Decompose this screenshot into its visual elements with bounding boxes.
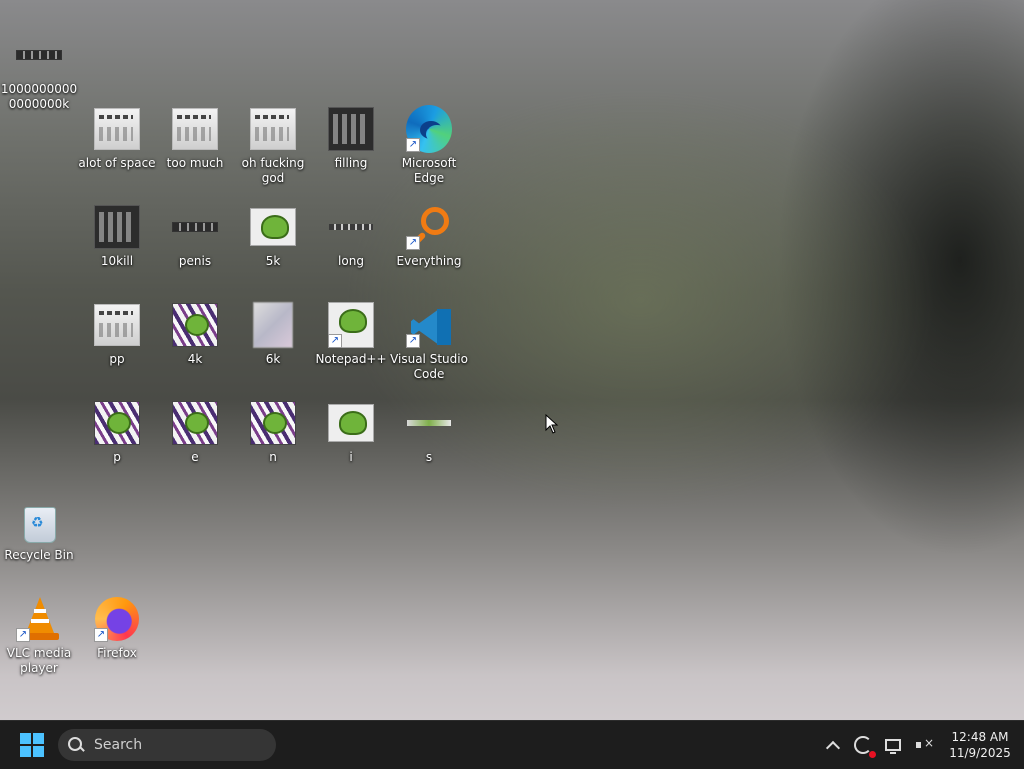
desktop-icon-filling[interactable]: filling <box>312 104 390 196</box>
sync-icon <box>854 736 876 758</box>
icon-label: i <box>349 450 353 464</box>
desktop: 10000000000000000k alot of space too muc… <box>0 0 1024 720</box>
icon-label: filling <box>334 156 368 170</box>
icon-label: n <box>269 450 277 464</box>
image-thumbnail-icon <box>328 204 374 250</box>
icon-label: pp <box>109 352 125 366</box>
desktop-icon-long[interactable]: long <box>312 202 390 294</box>
desktop-icon-microsoft-edge[interactable]: ↗ Microsoft Edge <box>390 104 468 196</box>
firefox-icon: ↗ <box>94 596 140 642</box>
icon-label: s <box>425 450 433 464</box>
shortcut-arrow-icon: ↗ <box>406 236 420 250</box>
icon-label: 10000000000000000k <box>0 82 78 111</box>
shortcut-arrow-icon: ↗ <box>94 628 108 642</box>
clock-date: 11/9/2025 <box>949 746 1011 760</box>
desktop-icon-vlc[interactable]: ↗ VLC media player <box>0 594 78 686</box>
desktop-icon-n[interactable]: n <box>234 398 312 490</box>
volume-button[interactable] <box>908 721 938 769</box>
sync-status-button[interactable] <box>848 721 878 769</box>
desktop-icon-pp[interactable]: pp <box>78 300 156 392</box>
icon-label: 10kill <box>100 254 134 268</box>
icon-label: Recycle Bin <box>4 548 74 562</box>
show-hidden-icons-button[interactable] <box>818 721 848 769</box>
clock-time: 12:48 AM <box>951 730 1009 744</box>
search-icon <box>68 737 84 753</box>
desktop-icon-alot-of-space[interactable]: alot of space <box>78 104 156 196</box>
image-thumbnail-icon <box>250 400 296 446</box>
mouse-cursor-icon <box>545 413 559 438</box>
network-button[interactable] <box>878 721 908 769</box>
image-thumbnail-icon <box>172 204 218 250</box>
desktop-icon-e[interactable]: e <box>156 398 234 490</box>
start-button[interactable] <box>20 733 44 757</box>
image-thumbnail-icon <box>328 400 374 446</box>
image-thumbnail-icon <box>328 106 374 152</box>
icon-label: Everything <box>396 254 462 268</box>
image-thumbnail-icon <box>406 400 452 446</box>
notepad-plus-plus-icon: ↗ <box>328 302 374 348</box>
desktop-icon-i[interactable]: i <box>312 398 390 490</box>
desktop-icon-100k[interactable]: 10000000000000000k <box>0 30 78 122</box>
icon-label: Visual Studio Code <box>390 352 468 381</box>
vlc-cone-icon: ↗ <box>16 596 62 642</box>
desktop-icon-recycle-bin[interactable]: ♻ Recycle Bin <box>0 496 78 588</box>
desktop-icon-5k[interactable]: 5k <box>234 202 312 294</box>
icon-label: e <box>191 450 199 464</box>
recycle-bin-icon: ♻ <box>16 498 62 544</box>
file-icon <box>16 32 62 78</box>
image-thumbnail-icon <box>250 302 296 348</box>
icon-label: penis <box>178 254 212 268</box>
icon-label: 6k <box>265 352 281 366</box>
shortcut-arrow-icon: ↗ <box>16 628 30 642</box>
desktop-icon-6k[interactable]: 6k <box>234 300 312 392</box>
icon-label: too much <box>166 156 224 170</box>
desktop-icon-10kill[interactable]: 10kill <box>78 202 156 294</box>
image-thumbnail-icon <box>94 204 140 250</box>
desktop-icon-s[interactable]: s <box>390 398 468 490</box>
shortcut-arrow-icon: ↗ <box>328 334 342 348</box>
desktop-icon-everything[interactable]: ↗ Everything <box>390 202 468 294</box>
alert-dot-icon <box>869 751 876 758</box>
network-icon <box>885 739 901 754</box>
windows-logo-icon <box>20 733 31 744</box>
desktop-icon-oh-god[interactable]: oh fucking god <box>234 104 312 196</box>
vscode-icon: ↗ <box>406 302 452 348</box>
everything-search-icon: ↗ <box>406 204 452 250</box>
icon-label: alot of space <box>78 156 156 170</box>
desktop-icon-p[interactable]: p <box>78 398 156 490</box>
icon-label: 5k <box>265 254 281 268</box>
desktop-icon-notepad-plus-plus[interactable]: ↗ Notepad++ <box>312 300 390 392</box>
icon-label: long <box>338 254 364 268</box>
image-thumbnail-icon <box>94 106 140 152</box>
image-thumbnail-icon <box>250 106 296 152</box>
chevron-up-icon <box>825 740 841 755</box>
icon-label: VLC media player <box>6 646 72 675</box>
image-thumbnail-icon <box>172 302 218 348</box>
image-thumbnail-icon <box>94 400 140 446</box>
desktop-icon-4k[interactable]: 4k <box>156 300 234 392</box>
system-tray: 12:48 AM 11/9/2025 <box>818 721 1024 769</box>
icon-label: oh fucking god <box>241 156 305 185</box>
image-thumbnail-icon <box>172 400 218 446</box>
taskbar-search-box[interactable]: Search <box>58 729 276 761</box>
icon-label: Microsoft Edge <box>401 156 457 185</box>
desktop-icon-visual-studio-code[interactable]: ↗ Visual Studio Code <box>390 300 468 392</box>
search-placeholder: Search <box>94 737 143 753</box>
edge-icon: ↗ <box>406 105 452 153</box>
taskbar: Search 12:48 AM 11/9/2025 <box>0 720 1024 769</box>
desktop-icon-too-much[interactable]: too much <box>156 104 234 196</box>
clock[interactable]: 12:48 AM 11/9/2025 <box>942 729 1018 761</box>
image-thumbnail-icon <box>250 204 296 250</box>
image-thumbnail-icon <box>172 106 218 152</box>
icon-label: Notepad++ <box>315 352 387 366</box>
desktop-icon-penis[interactable]: penis <box>156 202 234 294</box>
volume-muted-icon <box>916 736 934 751</box>
shortcut-arrow-icon: ↗ <box>406 138 420 152</box>
shortcut-arrow-icon: ↗ <box>406 334 420 348</box>
desktop-icon-firefox[interactable]: ↗ Firefox <box>78 594 156 686</box>
image-thumbnail-icon <box>94 302 140 348</box>
icon-label: 4k <box>187 352 203 366</box>
icon-label: Firefox <box>97 646 137 660</box>
icon-label: p <box>113 450 121 464</box>
